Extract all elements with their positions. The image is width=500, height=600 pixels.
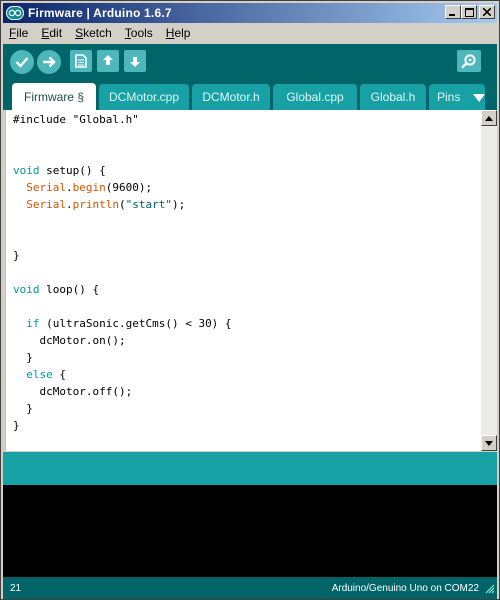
console-output[interactable] (3, 485, 497, 577)
code-line-13: if (ultraSonic.getCms() < 30) { (26, 317, 232, 330)
footer-bar: 21 Arduino/Genuino Uno on COM22 (3, 577, 497, 599)
toolbar (3, 44, 497, 80)
serial-monitor-button[interactable] (457, 50, 481, 72)
menu-sketch[interactable]: Sketch (75, 26, 112, 40)
app-window: Firmware | Arduino 1.6.7 File Edit Sketc… (0, 0, 500, 600)
code-line-16: else { (26, 368, 66, 381)
line-number: 21 (10, 583, 22, 594)
close-button[interactable] (479, 5, 495, 19)
code-line-14: dcMotor.on(); (13, 334, 126, 347)
minimize-button[interactable] (445, 5, 461, 19)
save-icon (130, 57, 140, 67)
scroll-down-button[interactable] (481, 435, 497, 451)
tab-bar: Firmware § DCMotor.cpp DCMotor.h Global.… (3, 80, 497, 110)
maximize-icon (464, 7, 474, 17)
code-line-11: void loop() { (13, 283, 100, 296)
code-line-18: } (13, 402, 33, 415)
close-icon (483, 8, 491, 16)
arrow-up-icon (485, 115, 493, 121)
title-bar: Firmware | Arduino 1.6.7 (3, 3, 497, 23)
open-icon (103, 55, 113, 65)
minimize-icon (449, 14, 455, 16)
menu-tools[interactable]: Tools (125, 26, 153, 40)
board-port-info: Arduino/Genuino Uno on COM22 (331, 583, 479, 594)
arrow-down-icon (485, 440, 493, 446)
menu-file[interactable]: File (9, 26, 28, 40)
code-line-15: } (13, 351, 33, 364)
code-line-17: dcMotor.off(); (13, 385, 133, 398)
tab-global-cpp[interactable]: Global.cpp (273, 84, 357, 110)
tab-menu-button[interactable] (473, 91, 485, 105)
tab-firmware[interactable]: Firmware § (12, 83, 96, 110)
save-sketch-button[interactable] (124, 50, 146, 72)
code-line-9: } (13, 249, 20, 262)
tab-dcmotor-cpp[interactable]: DCMotor.cpp (99, 84, 189, 110)
new-sketch-button[interactable] (70, 50, 92, 72)
code-line-4: void setup() { (13, 164, 106, 177)
code-line-19: } (13, 419, 20, 432)
chevron-down-icon (473, 94, 485, 102)
check-icon (15, 57, 29, 68)
serial-monitor-icon (461, 54, 476, 69)
menu-help[interactable]: Help (166, 26, 191, 40)
upload-button[interactable] (37, 50, 61, 74)
maximize-button[interactable] (461, 5, 477, 19)
new-file-icon (75, 54, 87, 68)
code-area[interactable]: #include "Global.h" void setup() { Seria… (13, 111, 483, 451)
tab-dcmotor-h[interactable]: DCMotor.h (192, 84, 270, 110)
scroll-up-button[interactable] (481, 110, 497, 126)
open-sketch-button[interactable] (97, 50, 119, 72)
window-title: Firmware | Arduino 1.6.7 (28, 6, 172, 20)
arduino-logo-icon (6, 6, 24, 20)
tab-global-h[interactable]: Global.h (360, 84, 426, 110)
vertical-scrollbar[interactable] (481, 110, 497, 451)
resize-grip-icon[interactable] (485, 584, 495, 597)
menu-edit[interactable]: Edit (41, 26, 62, 40)
verify-button[interactable] (10, 50, 34, 74)
code-line-6: Serial.println("start"); (26, 198, 186, 211)
code-line-1: #include "Global.h" (13, 113, 139, 126)
code-editor[interactable]: #include "Global.h" void setup() { Seria… (5, 110, 497, 451)
status-bar (3, 452, 497, 485)
window-controls (443, 5, 495, 19)
code-line-5: Serial.begin(9600); (26, 181, 153, 194)
arrow-right-icon (43, 56, 56, 68)
menu-bar: File Edit Sketch Tools Help (3, 23, 497, 43)
